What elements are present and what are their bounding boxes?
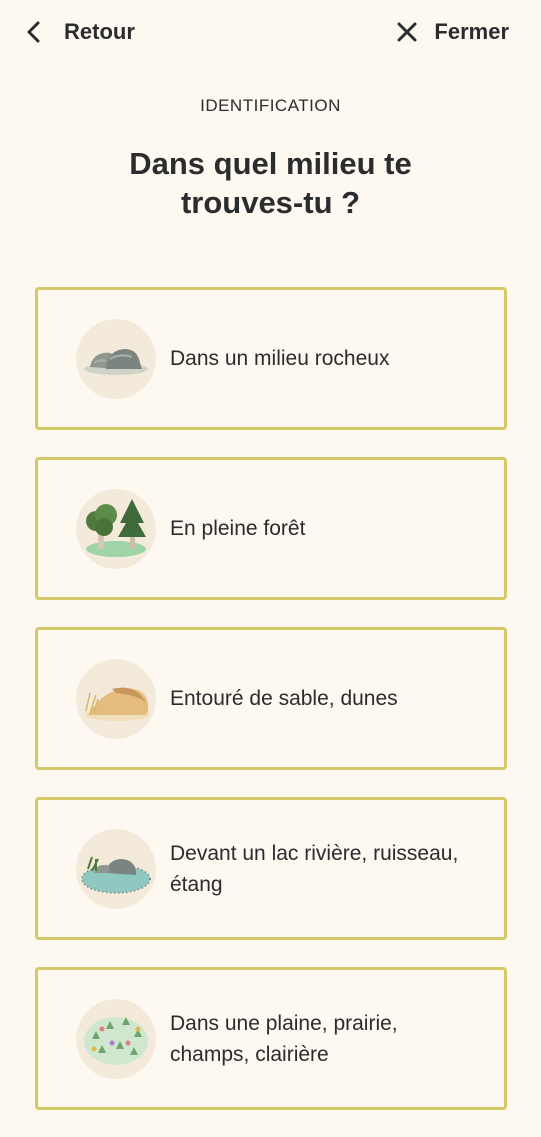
option-label: En pleine forêt bbox=[170, 517, 306, 540]
option-dunes[interactable]: Entouré de sable, dunes bbox=[35, 627, 507, 770]
rocks-icon bbox=[76, 318, 156, 399]
option-rocky[interactable]: Dans un milieu rocheux bbox=[35, 287, 507, 430]
close-button[interactable]: Fermer bbox=[396, 14, 509, 50]
dunes-icon bbox=[76, 658, 156, 739]
option-water[interactable]: Devant un lac rivière, ruisseau, étang bbox=[35, 797, 507, 940]
chevron-left-icon bbox=[27, 21, 40, 43]
lake-icon bbox=[76, 828, 156, 909]
option-meadow[interactable]: Dans une plaine, prairie, champs, clairi… bbox=[35, 967, 507, 1110]
close-label: Fermer bbox=[434, 19, 509, 44]
option-label: Devant un lac rivière, ruisseau, étang bbox=[170, 841, 459, 896]
back-button[interactable]: Retour bbox=[24, 14, 135, 50]
section-eyebrow: IDENTIFICATION bbox=[200, 96, 341, 115]
close-icon bbox=[397, 22, 417, 42]
habitat-options-list: Dans un milieu rocheux En pleine forêt E… bbox=[35, 287, 507, 1137]
option-label: Entouré de sable, dunes bbox=[170, 687, 398, 710]
option-label: Dans une plaine, prairie, champs, clairi… bbox=[170, 1011, 398, 1066]
option-label: Dans un milieu rocheux bbox=[170, 347, 390, 370]
meadow-icon bbox=[76, 998, 156, 1079]
option-forest[interactable]: En pleine forêt bbox=[35, 457, 507, 600]
forest-icon bbox=[76, 488, 156, 569]
back-label: Retour bbox=[64, 19, 135, 44]
top-bar: Retour Fermer bbox=[0, 0, 541, 64]
page-title: Dans quel milieu te trouves-tu ? bbox=[129, 146, 412, 220]
